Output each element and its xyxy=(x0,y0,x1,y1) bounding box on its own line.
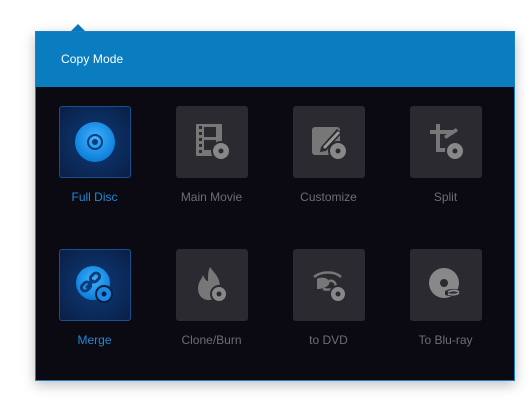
mode-tile xyxy=(293,106,365,178)
mode-full-disc[interactable]: Full Disc xyxy=(36,87,153,207)
mode-tile xyxy=(176,106,248,178)
mode-merge[interactable]: Merge xyxy=(36,230,153,350)
crop-disc-icon xyxy=(430,124,465,161)
mode-label: Full Disc xyxy=(71,190,118,204)
link-disc-icon xyxy=(76,266,113,303)
mode-label: to DVD xyxy=(309,333,348,347)
popup-caret xyxy=(71,24,85,31)
mode-customize[interactable]: Customize xyxy=(270,87,387,207)
mode-tile xyxy=(59,249,131,321)
popup-header: Copy Mode xyxy=(36,32,514,87)
mode-tile xyxy=(410,249,482,321)
disc-icon xyxy=(75,122,115,162)
edit-pen-disc-icon xyxy=(312,127,348,161)
mode-split[interactable]: Split xyxy=(387,87,504,207)
mode-to-bluray[interactable]: To Blu-ray xyxy=(387,230,504,350)
mode-label: Customize xyxy=(300,190,357,204)
film-disc-icon xyxy=(196,124,231,161)
flame-disc-icon xyxy=(198,267,228,303)
mode-label: Clone/Burn xyxy=(181,333,242,347)
mode-tile xyxy=(293,249,365,321)
copy-mode-grid: Full Disc Main Movie Customize Split Mer… xyxy=(36,87,514,382)
mode-tile xyxy=(410,106,482,178)
mode-tile xyxy=(176,249,248,321)
mode-tile xyxy=(59,106,131,178)
dvd-to-bluray-icon xyxy=(429,268,462,298)
mode-label: To Blu-ray xyxy=(418,333,473,347)
mode-clone-burn[interactable]: Clone/Burn xyxy=(153,230,270,350)
mode-main-movie[interactable]: Main Movie xyxy=(153,87,270,207)
mode-label: Main Movie xyxy=(180,190,243,204)
mode-label: Merge xyxy=(77,333,112,347)
popup-title: Copy Mode xyxy=(61,52,124,66)
mode-to-dvd[interactable]: to DVD xyxy=(270,230,387,350)
bluray-to-dvd-icon xyxy=(313,271,347,303)
copy-mode-popup: Copy Mode Full Disc Main Movie Customize… xyxy=(35,31,515,381)
mode-label: Split xyxy=(433,190,458,204)
